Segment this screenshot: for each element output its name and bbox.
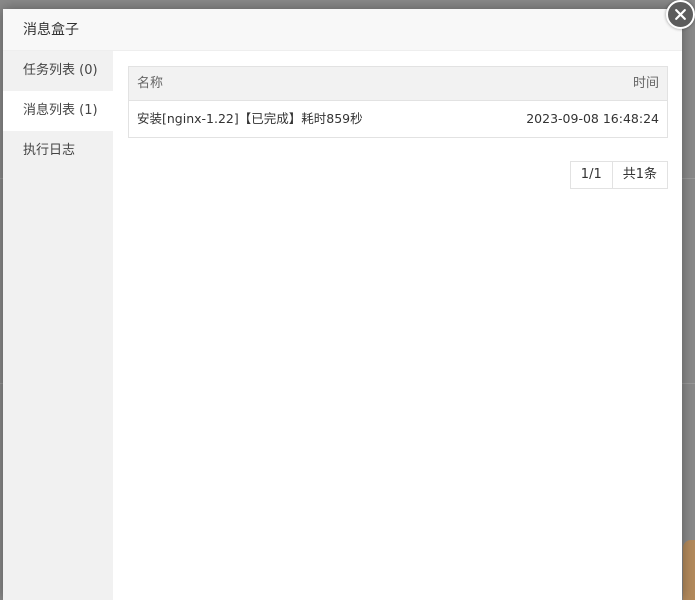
column-header-time: 时间 (632, 76, 659, 91)
close-button[interactable] (666, 0, 695, 29)
message-table: 名称 时间 安装[nginx-1.22]【已完成】耗时859秒 2023-09-… (128, 66, 668, 138)
table-row[interactable]: 安装[nginx-1.22]【已完成】耗时859秒 2023-09-08 16:… (129, 101, 667, 137)
message-time: 2023-09-08 16:48:24 (526, 111, 659, 126)
sidebar-item-message-list[interactable]: 消息列表 (1) (3, 91, 113, 131)
total-count: 共1条 (611, 162, 667, 188)
message-name: 安装[nginx-1.22]【已完成】耗时859秒 (137, 111, 363, 126)
sidebar: 任务列表 (0) 消息列表 (1) 执行日志 (3, 51, 113, 600)
table-header: 名称 时间 (129, 67, 667, 101)
message-box-modal: 消息盒子 任务列表 (0) 消息列表 (1) 执行日志 名称 时间 安装[ngi… (3, 9, 682, 600)
pagination: 1/1 共1条 (569, 161, 668, 189)
sidebar-item-execution-log[interactable]: 执行日志 (3, 131, 113, 171)
close-icon (675, 9, 686, 20)
message-list-panel: 名称 时间 安装[nginx-1.22]【已完成】耗时859秒 2023-09-… (128, 66, 668, 189)
sidebar-item-task-list[interactable]: 任务列表 (0) (3, 51, 113, 91)
background-element (683, 540, 695, 600)
column-header-name: 名称 (137, 76, 164, 91)
page-indicator[interactable]: 1/1 (571, 162, 612, 188)
modal-title: 消息盒子 (3, 9, 682, 51)
